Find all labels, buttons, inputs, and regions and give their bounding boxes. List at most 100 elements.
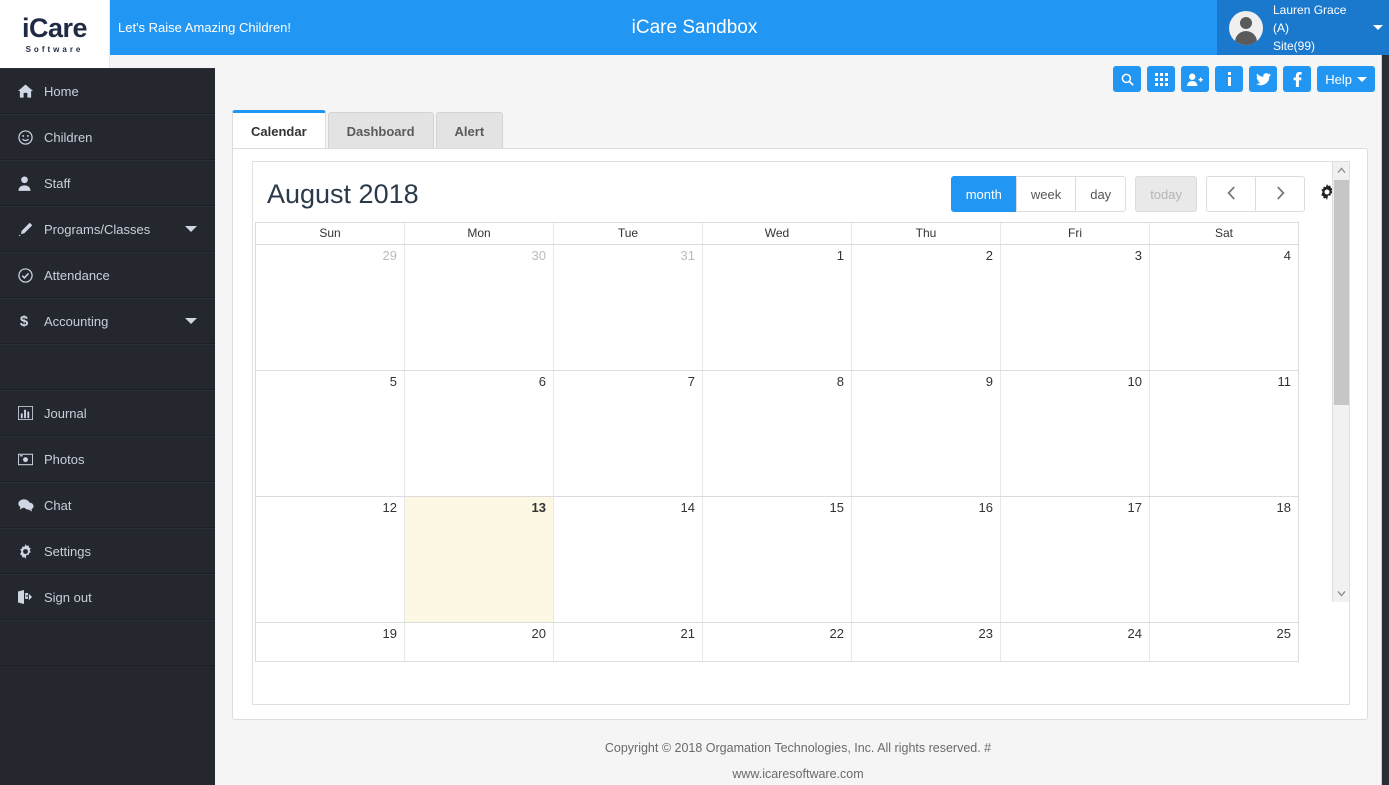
calendar-day-cell[interactable]: 4 bbox=[1150, 245, 1298, 370]
sidebar-item-programs-classes[interactable]: Programs/Classes bbox=[0, 206, 215, 252]
home-icon bbox=[18, 84, 44, 98]
caret-down-icon[interactable] bbox=[1373, 25, 1383, 30]
chevron-down-icon[interactable] bbox=[185, 226, 197, 232]
pencil-icon bbox=[18, 222, 44, 237]
view-day-button[interactable]: day bbox=[1075, 176, 1127, 212]
user-icon bbox=[18, 175, 44, 191]
calendar-day-cell[interactable]: 20 bbox=[405, 623, 554, 661]
scroll-down-icon[interactable] bbox=[1333, 585, 1349, 602]
sidebar-item-home[interactable]: Home bbox=[0, 68, 215, 114]
page-right-edge bbox=[1381, 0, 1389, 785]
calendar-scrollbar[interactable] bbox=[1332, 162, 1349, 602]
user-plus-icon[interactable] bbox=[1181, 66, 1210, 92]
user-menu[interactable]: Lauren Grace (A) Site(99) bbox=[1217, 0, 1389, 55]
sidebar-divider bbox=[0, 344, 215, 390]
calendar-day-cell[interactable]: 24 bbox=[1001, 623, 1150, 661]
app-logo[interactable]: iCare Software bbox=[0, 0, 110, 68]
calendar-day-cell[interactable]: 16 bbox=[852, 497, 1001, 622]
search-icon[interactable] bbox=[1113, 66, 1142, 92]
sidebar-item-photos[interactable]: Photos bbox=[0, 436, 215, 482]
day-header-mon: Mon bbox=[405, 223, 554, 244]
tab-bar: Calendar Dashboard Alert bbox=[232, 110, 504, 150]
next-month-button[interactable] bbox=[1255, 176, 1305, 212]
scrollbar-thumb[interactable] bbox=[1334, 180, 1349, 405]
calendar-day-cell[interactable]: 15 bbox=[703, 497, 852, 622]
logo-main-text: iCare bbox=[21, 12, 88, 43]
sidebar-item-label: Chat bbox=[44, 497, 72, 513]
sidebar-item-label: Sign out bbox=[44, 589, 92, 605]
sidebar-item-attendance[interactable]: Attendance bbox=[0, 252, 215, 298]
calendar-day-cell[interactable]: 21 bbox=[554, 623, 703, 661]
day-header-fri: Fri bbox=[1001, 223, 1150, 244]
calendar-day-cell[interactable]: 2 bbox=[852, 245, 1001, 370]
calendar-day-cell[interactable]: 14 bbox=[554, 497, 703, 622]
day-header-thu: Thu bbox=[852, 223, 1001, 244]
calendar-day-cell[interactable]: 29 bbox=[256, 245, 405, 370]
calendar-day-cell[interactable]: 11 bbox=[1150, 371, 1298, 496]
calendar-day-cell[interactable]: 8 bbox=[703, 371, 852, 496]
calendar-day-cell[interactable]: 30 bbox=[405, 245, 554, 370]
calendar-day-cell[interactable]: 5 bbox=[256, 371, 405, 496]
calendar-day-cell[interactable]: 18 bbox=[1150, 497, 1298, 622]
view-week-button[interactable]: week bbox=[1015, 176, 1077, 212]
sidebar-item-settings[interactable]: Settings bbox=[0, 528, 215, 574]
calendar-day-cell[interactable]: 7 bbox=[554, 371, 703, 496]
twitter-icon[interactable] bbox=[1249, 66, 1278, 92]
top-toolbar: Help bbox=[1113, 66, 1375, 92]
sidebar-item-staff[interactable]: Staff bbox=[0, 160, 215, 206]
today-button[interactable]: today bbox=[1135, 176, 1197, 212]
sidebar-item-children[interactable]: Children bbox=[0, 114, 215, 160]
calendar-day-cell[interactable]: 17 bbox=[1001, 497, 1150, 622]
chevron-right-icon bbox=[1276, 185, 1285, 203]
sidebar-item-label: Photos bbox=[44, 451, 85, 467]
calendar-controls: month week day today bbox=[950, 176, 1335, 212]
view-month-button[interactable]: month bbox=[950, 176, 1017, 212]
tagline: Let's Raise Amazing Children! bbox=[118, 20, 292, 35]
calendar-day-cell[interactable]: 31 bbox=[554, 245, 703, 370]
sidebar-bottom-filler bbox=[0, 620, 215, 666]
help-button[interactable]: Help bbox=[1317, 66, 1375, 92]
facebook-icon[interactable] bbox=[1283, 66, 1312, 92]
top-bar: iCare Software Let's Raise Amazing Child… bbox=[0, 0, 1381, 68]
calendar-day-cell[interactable]: 22 bbox=[703, 623, 852, 661]
calendar-day-cell[interactable]: 9 bbox=[852, 371, 1001, 496]
calendar-week-row: 5 6 7 8 9 10 11 bbox=[256, 371, 1298, 497]
grid-icon[interactable] bbox=[1147, 66, 1176, 92]
calendar-day-cell[interactable]: 10 bbox=[1001, 371, 1150, 496]
sidebar-item-chat[interactable]: Chat bbox=[0, 482, 215, 528]
dollar-icon: $ bbox=[18, 313, 44, 329]
footer-website: www.icaresoftware.com bbox=[732, 767, 864, 782]
logo-sub-text: Software bbox=[25, 44, 84, 54]
prev-month-button[interactable] bbox=[1206, 176, 1256, 212]
user-info: Lauren Grace (A) Site(99) bbox=[1273, 1, 1363, 55]
calendar-toolbar: August 2018 month week day today bbox=[253, 162, 1349, 224]
calendar-card: August 2018 month week day today Sun Mon… bbox=[252, 161, 1350, 705]
calendar-day-cell[interactable]: 13 bbox=[405, 497, 554, 622]
calendar-day-cell[interactable]: 23 bbox=[852, 623, 1001, 661]
smiley-icon bbox=[18, 129, 44, 145]
tab-alert[interactable]: Alert bbox=[435, 112, 504, 150]
sidebar-item-journal[interactable]: Journal bbox=[0, 390, 215, 436]
info-icon[interactable] bbox=[1215, 66, 1244, 92]
tab-calendar[interactable]: Calendar bbox=[232, 110, 326, 150]
sidebar-item-label: Home bbox=[44, 83, 79, 99]
calendar-day-cell[interactable]: 3 bbox=[1001, 245, 1150, 370]
calendar-day-cell[interactable]: 19 bbox=[256, 623, 405, 661]
day-header-wed: Wed bbox=[703, 223, 852, 244]
nav-button-group bbox=[1206, 176, 1305, 212]
sidebar-item-sign-out[interactable]: Sign out bbox=[0, 574, 215, 620]
chevron-down-icon[interactable] bbox=[185, 318, 197, 324]
tab-dashboard[interactable]: Dashboard bbox=[327, 112, 434, 150]
sidebar-item-label: Settings bbox=[44, 543, 91, 559]
calendar-day-cell[interactable]: 1 bbox=[703, 245, 852, 370]
sidebar-item-label: Accounting bbox=[44, 313, 109, 329]
sidebar-item-accounting[interactable]: $ Accounting bbox=[0, 298, 215, 344]
bar-chart-icon bbox=[18, 406, 44, 420]
footer-copyright: Copyright © 2018 Orgamation Technologies… bbox=[604, 741, 992, 755]
check-circle-icon bbox=[18, 267, 44, 283]
calendar-day-cell[interactable]: 25 bbox=[1150, 623, 1298, 661]
calendar-day-cell[interactable]: 6 bbox=[405, 371, 554, 496]
scroll-up-icon[interactable] bbox=[1333, 162, 1349, 179]
calendar-day-cell[interactable]: 12 bbox=[256, 497, 405, 622]
sidebar-item-label: Staff bbox=[44, 175, 71, 191]
